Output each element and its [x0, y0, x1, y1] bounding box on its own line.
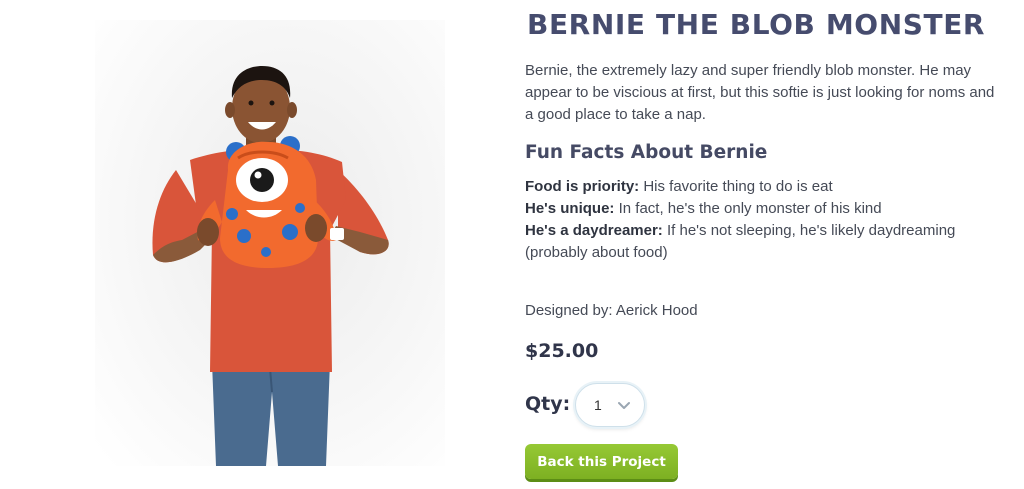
fact-item: Food is priority: His favorite thing to …: [525, 176, 1005, 198]
quantity-value: 1: [594, 397, 602, 413]
product-description: Bernie, the extremely lazy and super fri…: [525, 62, 995, 123]
fact-name: Food is priority:: [525, 178, 640, 195]
qty-label: Qty:: [525, 393, 571, 415]
fun-facts-heading: Fun Facts About Bernie: [525, 142, 768, 163]
fact-item: He's unique: In fact, he's the only mons…: [525, 198, 1005, 220]
quantity-select[interactable]: 1: [575, 383, 645, 427]
fact-item: He's a daydreamer: If he's not sleeping,…: [525, 220, 1005, 264]
fact-name: He's a daydreamer:: [525, 222, 663, 239]
designer-holding-plush-image: [95, 20, 445, 466]
fact-text: In fact, he's the only monster of his ki…: [618, 200, 882, 217]
fun-facts-list: Food is priority: His favorite thing to …: [525, 176, 1005, 264]
fact-text: His favorite thing to do is eat: [643, 178, 833, 195]
designer-credit: Designed by: Aerick Hood: [525, 302, 698, 319]
product-photo: [0, 0, 505, 489]
product-price: $25.00: [525, 340, 599, 362]
product-title: BERNIE THE BLOB MONSTER: [527, 8, 986, 41]
back-this-project-button[interactable]: Back this Project: [525, 444, 678, 479]
fact-name: He's unique:: [525, 200, 615, 217]
chevron-down-icon: [618, 402, 630, 409]
